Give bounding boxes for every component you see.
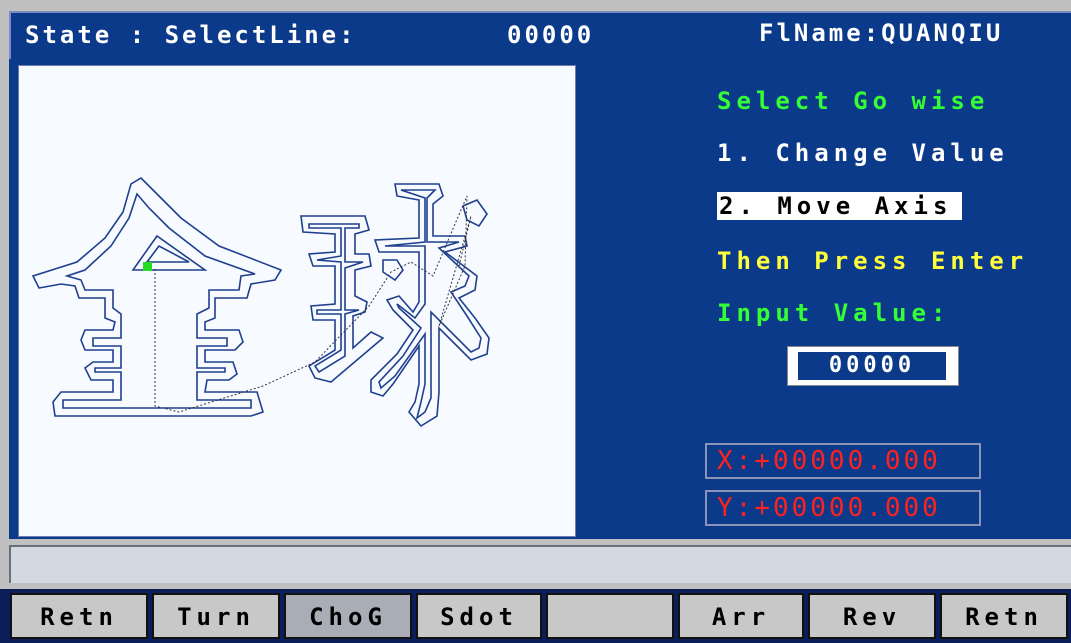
fkey-arr[interactable]: Arr <box>678 593 804 639</box>
fkey-turn[interactable]: Turn <box>152 593 280 639</box>
option-move-axis[interactable]: 2. Move Axis <box>717 192 963 220</box>
fkey-retn-right[interactable]: Retn <box>940 593 1068 639</box>
enter-instruction: Then Press Enter <box>717 247 1029 275</box>
fkey-chog[interactable]: ChoG <box>284 593 412 639</box>
input-value-label: Input Value: <box>717 299 951 327</box>
control-panel: Select Go wise 1. Change Value 2. Move A… <box>577 59 1071 539</box>
select-prompt: Select Go wise <box>717 87 990 115</box>
fkey-retn-left[interactable]: Retn <box>10 593 148 639</box>
header-bar: State : SelectLine: 00000 FlName:QUANQIU <box>9 11 1071 59</box>
fkey-rev[interactable]: Rev <box>808 593 936 639</box>
fkey-empty[interactable] <box>546 593 674 639</box>
glyph-quan-outline <box>31 176 283 417</box>
y-coordinate-readout: Y:+00000.000 <box>705 490 981 526</box>
option-change-value[interactable]: 1. Change Value <box>717 139 1009 167</box>
value-input-text[interactable]: 00000 <box>798 352 946 380</box>
state-label: State : SelectLine: <box>25 21 357 49</box>
x-coordinate-readout: X:+00000.000 <box>705 443 981 479</box>
value-input[interactable]: 00000 <box>787 346 959 386</box>
function-key-bar: Retn Turn ChoG Sdot Arr Rev Retn <box>0 589 1071 643</box>
drawing-area <box>9 59 577 539</box>
selected-line-number: 00000 <box>507 21 595 49</box>
cut-path-preview <box>31 176 490 428</box>
fkey-sdot[interactable]: Sdot <box>416 593 542 639</box>
file-name: FlName:QUANQIU <box>759 19 1004 47</box>
glyph-qiu-right <box>370 183 490 428</box>
start-point-marker <box>143 262 152 271</box>
status-bar <box>9 545 1071 583</box>
app-window: State : SelectLine: 00000 FlName:QUANQIU <box>0 0 1071 643</box>
drawing-canvas[interactable] <box>18 65 576 537</box>
